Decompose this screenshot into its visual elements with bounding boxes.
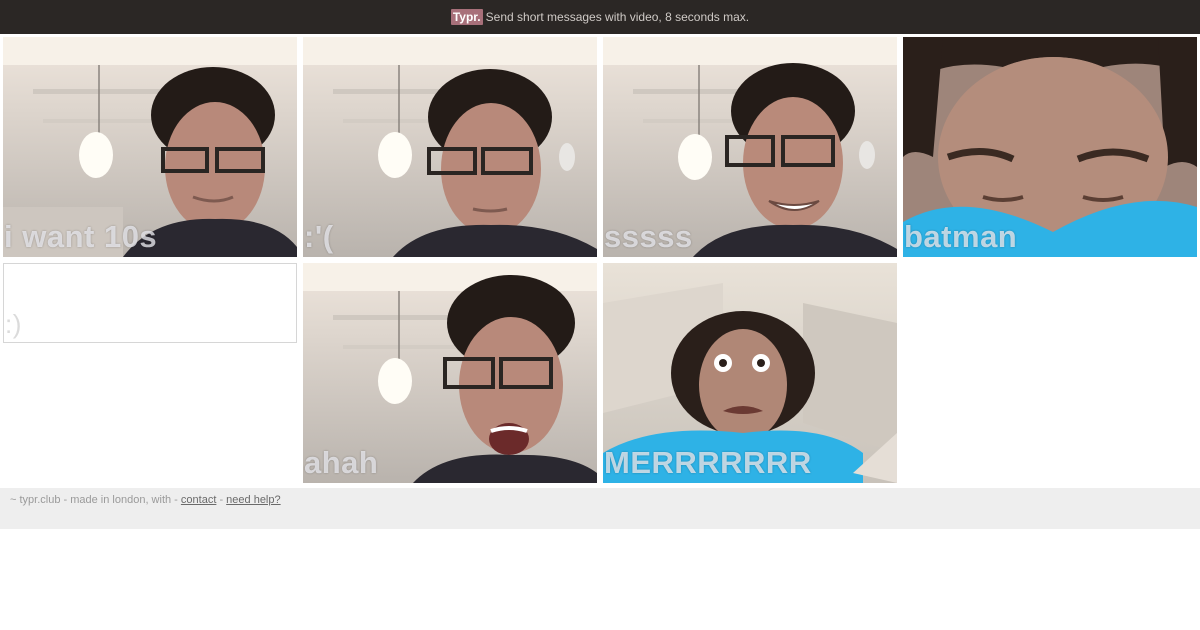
empty-message-tile[interactable]: :) [3, 263, 297, 343]
video-message-tile[interactable]: sssss [603, 37, 897, 257]
video-message-tile[interactable]: :'( [303, 37, 597, 257]
tagline: Send short messages with video, 8 second… [485, 10, 750, 24]
message-caption: :'( [304, 219, 334, 254]
message-caption: :) [5, 309, 22, 339]
brand-logo[interactable]: Typr. [450, 9, 483, 25]
top-banner: Typr. Send short messages with video, 8 … [0, 0, 1200, 34]
footer-separator: - [219, 494, 224, 506]
video-message-tile[interactable]: ahah [303, 263, 597, 483]
footer-text: ~ typr.club - made in london, with - [10, 494, 178, 506]
message-caption: batman [904, 219, 1018, 254]
video-message-tile[interactable]: batman [903, 37, 1197, 257]
video-message-tile[interactable]: i want 10s [3, 37, 297, 257]
message-caption: i want 10s [4, 219, 158, 254]
message-caption: sssss [604, 219, 693, 254]
video-thumbnail [303, 37, 597, 257]
footer: ~ typr.club - made in london, with - con… [0, 488, 1200, 529]
contact-link[interactable]: contact [181, 494, 216, 506]
message-caption: MERRRRRRR [604, 445, 812, 480]
help-link[interactable]: need help? [226, 494, 280, 506]
video-message-tile[interactable]: MERRRRRRR [603, 263, 897, 483]
message-caption: ahah [304, 445, 379, 480]
